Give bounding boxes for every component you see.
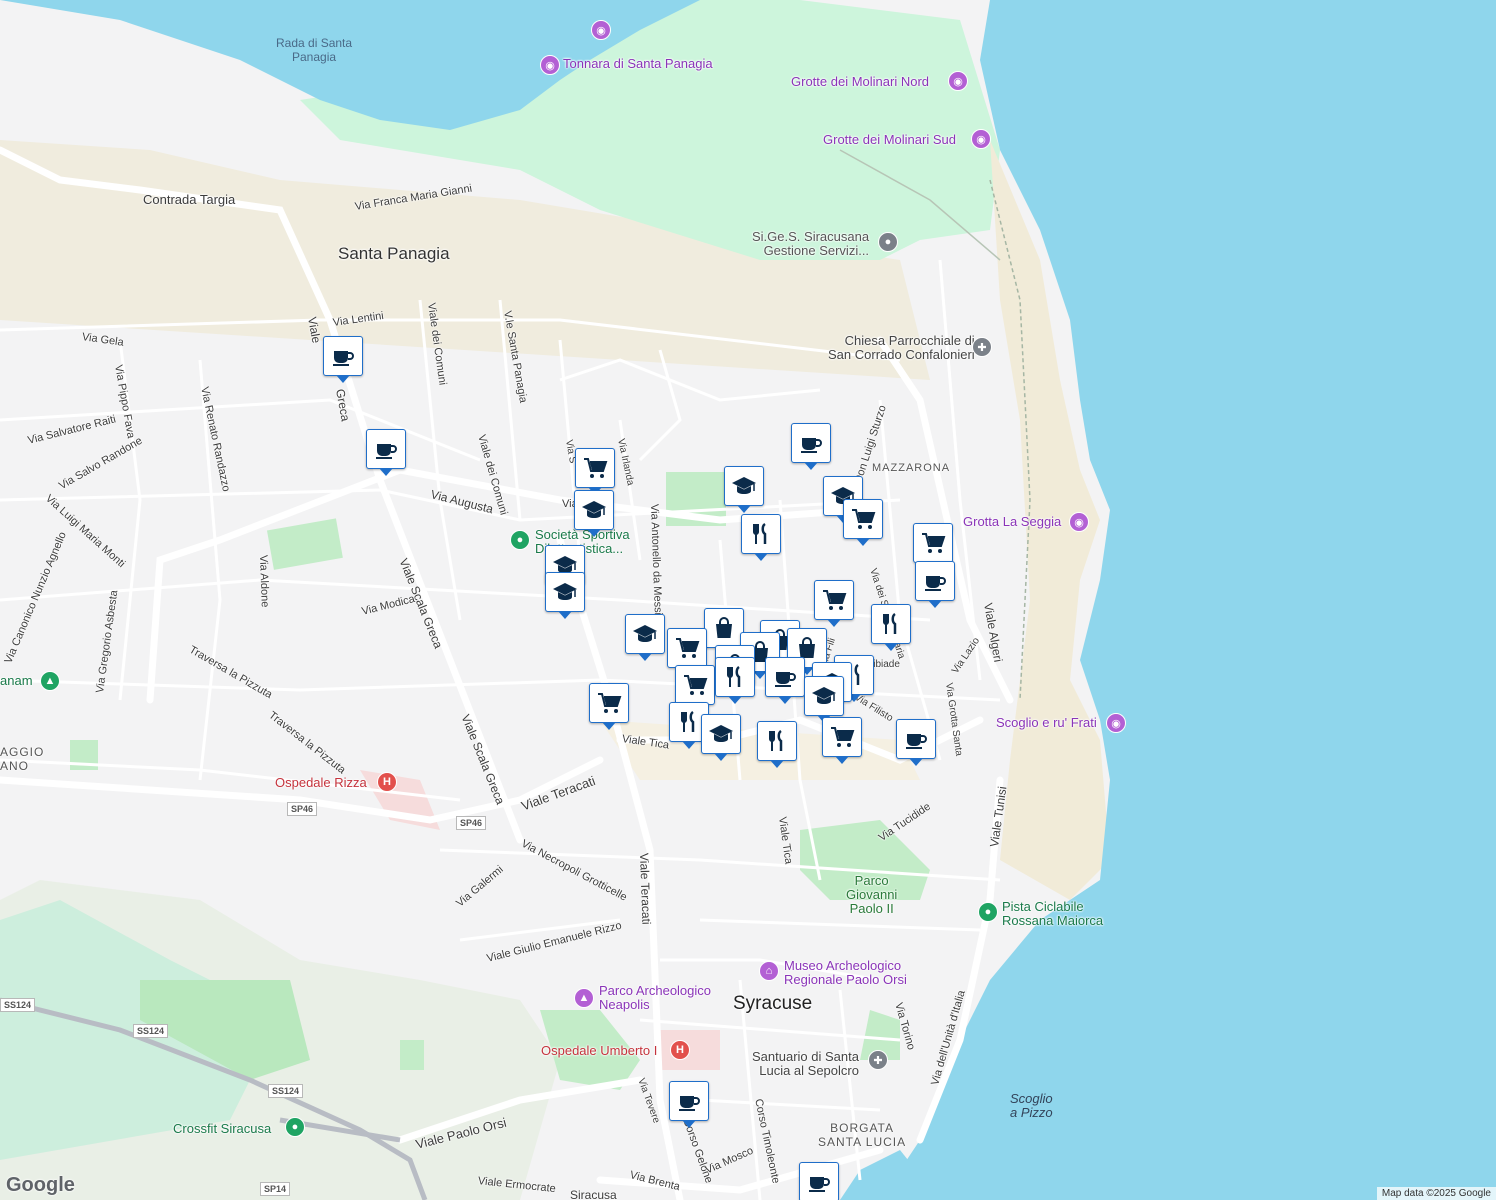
bike-path-icon[interactable]: ● [978, 902, 998, 922]
map-marker[interactable] [804, 676, 844, 723]
cafe-icon [922, 568, 948, 594]
school-icon [731, 473, 757, 499]
cafe-icon [373, 436, 399, 462]
map-marker[interactable] [791, 423, 831, 470]
school-icon [632, 621, 658, 647]
camera-icon[interactable]: ◉ [591, 20, 611, 40]
map-marker[interactable] [799, 1162, 839, 1200]
cross-icon[interactable]: ✚ [868, 1050, 888, 1070]
cart-icon [674, 635, 700, 661]
place-icon[interactable]: ▲ [40, 671, 60, 691]
map-marker[interactable] [625, 614, 665, 661]
map-marker[interactable] [757, 721, 797, 768]
hospital-icon[interactable]: H [670, 1040, 690, 1060]
map-marker[interactable] [669, 1081, 709, 1128]
map-marker[interactable] [589, 683, 629, 730]
road-badge: SP14 [260, 1182, 291, 1196]
cart-icon [920, 530, 946, 556]
cart-icon [821, 587, 847, 613]
school-icon [708, 721, 734, 747]
map-marker[interactable] [741, 514, 781, 561]
map-marker[interactable] [715, 657, 755, 704]
cross-icon[interactable]: ✚ [972, 337, 992, 357]
hospital-icon[interactable]: H [377, 772, 397, 792]
restaurant-icon [676, 709, 702, 735]
cafe-icon [330, 343, 356, 369]
cafe-icon [903, 726, 929, 752]
road-badge: SS124 [133, 1024, 169, 1038]
map-marker[interactable] [575, 448, 615, 495]
school-icon [581, 497, 607, 523]
map-marker[interactable] [667, 628, 707, 675]
cafe-icon [772, 664, 798, 690]
map-marker[interactable] [701, 714, 741, 761]
map-marker[interactable] [822, 717, 862, 764]
map-marker[interactable] [814, 580, 854, 627]
cart-icon [829, 724, 855, 750]
road-badge: SS124 [268, 1084, 304, 1098]
cafe-icon [798, 430, 824, 456]
cart-icon [596, 690, 622, 716]
map-base-layer [0, 0, 1496, 1200]
cart-icon [582, 455, 608, 481]
gym-icon[interactable]: ● [285, 1117, 305, 1137]
road-badge: SP46 [456, 816, 487, 830]
road-badge: SP46 [287, 802, 318, 816]
camera-icon[interactable]: ◉ [971, 129, 991, 149]
cart-icon [682, 672, 708, 698]
school-icon [552, 579, 578, 605]
map-attribution[interactable]: Map data ©2025 Google [1376, 1187, 1496, 1200]
road-badge: SS124 [0, 998, 36, 1012]
map-marker[interactable] [574, 490, 614, 537]
restaurant-icon [878, 611, 904, 637]
google-logo: Google [6, 1174, 75, 1196]
school-icon [811, 683, 837, 709]
map-marker[interactable] [675, 665, 715, 712]
map-marker[interactable] [323, 336, 363, 383]
restaurant-icon [748, 521, 774, 547]
camera-icon[interactable]: ◉ [948, 71, 968, 91]
monument-icon[interactable]: ▲ [574, 988, 594, 1008]
restaurant-icon [764, 728, 790, 754]
shopping-icon [711, 615, 737, 641]
map-marker[interactable] [724, 466, 764, 513]
map-marker[interactable] [915, 561, 955, 608]
map-marker[interactable] [843, 499, 883, 546]
map-marker[interactable] [871, 604, 911, 651]
map-marker[interactable] [896, 719, 936, 766]
camera-icon[interactable]: ◉ [1069, 512, 1089, 532]
restaurant-icon [722, 664, 748, 690]
camera-icon[interactable]: ◉ [1106, 713, 1126, 733]
camera-icon[interactable]: ◉ [540, 55, 560, 75]
map-canvas[interactable]: Rada di Santa Panagia Santa Panagia Syra… [0, 0, 1496, 1200]
sports-icon[interactable]: ● [510, 530, 530, 550]
map-marker[interactable] [545, 572, 585, 619]
cafe-icon [676, 1088, 702, 1114]
map-marker[interactable] [704, 608, 744, 655]
cart-icon [850, 506, 876, 532]
museum-icon[interactable]: ⌂ [759, 961, 779, 981]
cafe-icon [806, 1169, 832, 1195]
map-marker[interactable] [913, 523, 953, 570]
service-icon[interactable]: ● [878, 232, 898, 252]
map-marker[interactable] [366, 429, 406, 476]
map-marker[interactable] [765, 657, 805, 704]
